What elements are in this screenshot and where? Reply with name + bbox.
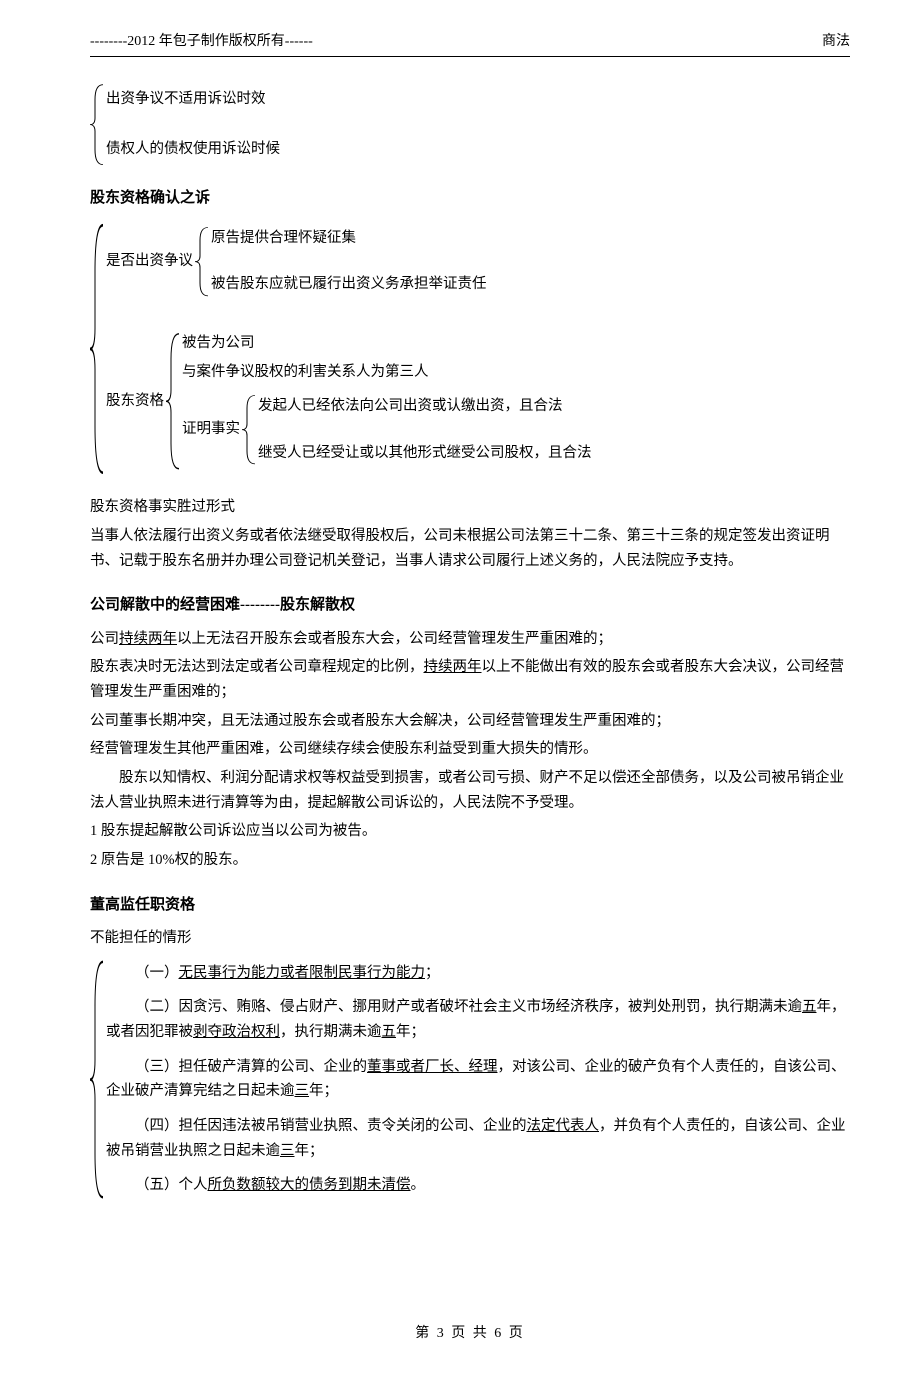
row-label: 股东资格 — [106, 389, 166, 414]
text-line: 被告股东应就已履行出资义务承担举证责任 — [211, 272, 487, 297]
text-paragraph: 当事人依法履行出资义务或者依法继受取得股权后，公司未根据公司法第三十二条、第三十… — [90, 524, 850, 573]
text-line: 2 原告是 10%权的股东。 — [90, 848, 850, 873]
brace-icon — [195, 226, 209, 297]
group-disqualification: （一）无民事行为能力或者限制民事行为能力； （二）因贪污、贿赂、侵占财产、挪用财… — [90, 957, 850, 1202]
list-item: （二）因贪污、贿赂、侵占财产、挪用财产或者破坏社会主义市场经济秩序，被判处刑罚，… — [106, 995, 850, 1044]
page-number: 3 — [437, 1326, 446, 1341]
page-header: --------2012 年包子制作版权所有------ 商法 — [90, 30, 850, 57]
section-heading: 董高监任职资格 — [90, 893, 850, 919]
text-line: 与案件争议股权的利害关系人为第三人 — [182, 360, 592, 385]
list-item: （五）个人所负数额较大的债务到期未清偿。 — [106, 1173, 850, 1198]
brace-icon — [90, 220, 104, 478]
text-line: 出资争议不适用诉讼时效 — [106, 87, 280, 112]
text-line: 公司持续两年以上无法召开股东会或者股东大会，公司经营管理发生严重困难的； — [90, 627, 850, 652]
text-line: 经营管理发生其他严重困难，公司继续存续会使股东利益受到重大损失的情形。 — [90, 737, 850, 762]
brace-icon — [90, 957, 104, 1202]
text-line: 被告为公司 — [182, 331, 592, 356]
group-contribution-dispute: 出资争议不适用诉讼时效 债权人的债权使用诉讼时候 — [90, 83, 850, 166]
text-line: 不能担任的情形 — [90, 926, 850, 951]
list-item: （四）担任因违法被吊销营业执照、责令关闭的公司、企业的法定代表人，并负有个人责任… — [106, 1114, 850, 1163]
group-qualification-suit: 是否出资争议 原告提供合理怀疑征集 被告股东应就已履行出资义务承担举证责任 股东… — [90, 220, 850, 478]
text-line: 公司董事长期冲突，且无法通过股东会或者股东大会解决，公司经营管理发生严重困难的； — [90, 709, 850, 734]
list-item: （三）担任破产清算的公司、企业的董事或者厂长、经理，对该公司、企业的破产负有个人… — [106, 1055, 850, 1104]
list-item: （一）无民事行为能力或者限制民事行为能力； — [106, 961, 850, 986]
row-label: 是否出资争议 — [106, 249, 195, 274]
text-line: 继受人已经受让或以其他形式继受公司股权，且合法 — [258, 441, 592, 466]
text-line: 债权人的债权使用诉讼时候 — [106, 137, 280, 162]
text-line: 1 股东提起解散公司诉讼应当以公司为被告。 — [90, 819, 850, 844]
brace-icon — [242, 394, 256, 465]
row-shareholder-qual: 股东资格 被告为公司 与案件争议股权的利害关系人为第三人 证明事实 — [106, 325, 592, 478]
header-right: 商法 — [822, 30, 850, 54]
brace-icon — [166, 331, 180, 472]
text-paragraph: 股东以知情权、利润分配请求权等权益受到损害，或者公司亏损、财产不足以偿还全部债务… — [90, 766, 850, 815]
text-line: 发起人已经依法向公司出资或认缴出资，且合法 — [258, 394, 592, 419]
page-total: 6 — [494, 1326, 503, 1341]
section-heading: 公司解散中的经营困难--------股东解散权 — [90, 593, 850, 619]
row-label: 证明事实 — [182, 417, 242, 442]
text-line: 原告提供合理怀疑征集 — [211, 226, 487, 251]
row-dispute-question: 是否出资争议 原告提供合理怀疑征集 被告股东应就已履行出资义务承担举证责任 — [106, 220, 592, 303]
text-line: 股东资格事实胜过形式 — [90, 495, 850, 520]
header-left: --------2012 年包子制作版权所有------ — [90, 30, 313, 54]
row-proof: 证明事实 发起人已经依法向公司出资或认缴出资，且合法 继受人已经受让或以其他形式… — [182, 388, 592, 471]
text-line: 股东表决时无法达到法定或者公司章程规定的比例，持续两年以上不能做出有效的股东会或… — [90, 655, 850, 704]
section-heading: 股东资格确认之诉 — [90, 186, 850, 212]
page-footer: 第 3 页 共 6 页 — [90, 1322, 850, 1346]
brace-icon — [90, 83, 104, 166]
